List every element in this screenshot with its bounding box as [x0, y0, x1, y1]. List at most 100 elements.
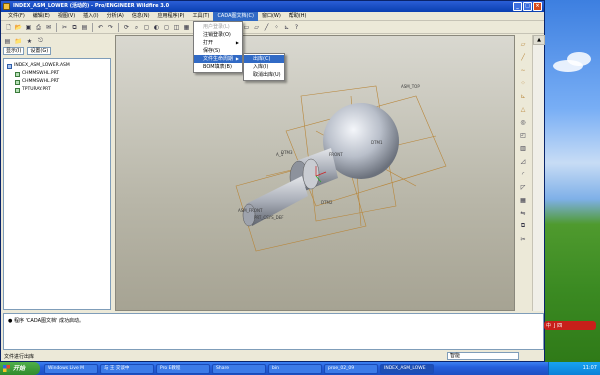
datum-point-icon[interactable]: ⁘: [518, 78, 528, 88]
hole-icon[interactable]: ◎: [518, 117, 528, 127]
copy-icon[interactable]: ⧉: [70, 23, 79, 32]
ime-extra[interactable]: J 四: [554, 322, 562, 329]
wireframe-icon[interactable]: ◻: [162, 23, 171, 32]
menu-item-logout[interactable]: 注销登录(O): [194, 31, 242, 39]
maximize-button[interactable]: □: [523, 2, 532, 11]
menu-item-lifecycle[interactable]: 文件生命周期 ▶: [194, 55, 242, 63]
tree-item[interactable]: CHMMSWHL.PRT: [7, 78, 107, 86]
mirror-icon[interactable]: ⇋: [518, 208, 528, 218]
tree-root[interactable]: INDEX_ASM_LOWER.ASM: [7, 62, 107, 70]
hidden-line-icon[interactable]: ◫: [172, 23, 181, 32]
minimize-button[interactable]: _: [513, 2, 522, 11]
csys-display-icon[interactable]: ⊾: [282, 23, 291, 32]
draft-icon[interactable]: ◿: [518, 156, 528, 166]
display-dropdown[interactable]: 显示(I): [3, 47, 25, 55]
print-icon[interactable]: ⎙: [34, 23, 43, 32]
tree-item[interactable]: CHMMSWHL.PRT: [7, 70, 107, 78]
menu-item-login[interactable]: 用户登录(L): [194, 23, 242, 31]
regenerate-icon[interactable]: ⟳: [122, 23, 131, 32]
menu-applications[interactable]: 应用程序(P): [154, 12, 189, 21]
ime-toolbar[interactable]: 中 J 四: [544, 321, 596, 330]
trim-icon[interactable]: ✂: [518, 234, 528, 244]
menu-bar: 文件(F) 编辑(E) 视图(V) 插入(I) 分析(A) 信息(N) 应用程序…: [1, 11, 544, 21]
menu-analysis[interactable]: 分析(A): [103, 12, 128, 21]
paste-icon[interactable]: ▤: [80, 23, 89, 32]
part-icon: [15, 71, 20, 77]
start-button[interactable]: 开始: [0, 362, 40, 375]
menu-edit[interactable]: 编辑(E): [29, 12, 54, 21]
clock[interactable]: 11:07: [583, 365, 597, 371]
new-file-icon[interactable]: 🗋: [4, 23, 13, 32]
menu-file[interactable]: 文件(F): [4, 12, 29, 21]
sketch-curve-icon[interactable]: ∼: [518, 65, 528, 75]
redo-icon[interactable]: ↷: [106, 23, 115, 32]
windows-logo-icon: [3, 365, 10, 372]
task-button[interactable]: bin: [268, 363, 322, 374]
axis-display-icon[interactable]: ╱: [262, 23, 271, 32]
menu-item-open[interactable]: 打开 ▶: [194, 39, 242, 47]
save-icon[interactable]: ▣: [24, 23, 33, 32]
chamfer-icon[interactable]: ◸: [518, 182, 528, 192]
menu-item-checkin[interactable]: 入库(I): [244, 63, 284, 71]
task-button[interactable]: Pro E教程: [156, 363, 210, 374]
pattern-icon[interactable]: ▦: [518, 195, 528, 205]
merge-icon[interactable]: ⧉: [518, 221, 528, 231]
menu-help[interactable]: 帮助(H): [285, 12, 311, 21]
views-icon[interactable]: ▭: [242, 23, 251, 32]
shell-icon[interactable]: ◰: [518, 130, 528, 140]
menu-view[interactable]: 视图(V): [54, 12, 79, 21]
close-button[interactable]: ×: [533, 2, 542, 11]
menu-insert[interactable]: 插入(I): [79, 12, 102, 21]
menu-item-save[interactable]: 保存(S): [194, 47, 242, 55]
ime-mode[interactable]: 中: [546, 322, 551, 329]
undo-icon[interactable]: ↶: [96, 23, 105, 32]
menu-window[interactable]: 窗口(W): [258, 12, 285, 21]
csys-icon[interactable]: ⊾: [518, 91, 528, 101]
rib-icon[interactable]: ▥: [518, 143, 528, 153]
assembly-icon: [7, 63, 12, 69]
history-tab-icon[interactable]: ⎋: [36, 37, 45, 46]
datum-display-icon[interactable]: ▱: [252, 23, 261, 32]
repaint-icon[interactable]: ▦: [182, 23, 191, 32]
menu-cada[interactable]: CADA图文档(C): [213, 11, 258, 21]
mail-icon[interactable]: ✉: [44, 23, 53, 32]
analysis-icon[interactable]: △: [518, 104, 528, 114]
favorites-tab-icon[interactable]: ★: [25, 37, 34, 46]
message-text: ● 程序 'CADA图文档' 成功启动。: [8, 318, 84, 324]
cut-icon[interactable]: ✂: [60, 23, 69, 32]
app-icon: [3, 3, 10, 10]
graphics-scrollbar[interactable]: ▲: [532, 35, 545, 311]
round-icon[interactable]: ◜: [518, 169, 528, 179]
task-button[interactable]: Windows Live M: [44, 363, 98, 374]
datum-label: DTM2: [321, 200, 333, 205]
part-icon: [15, 87, 20, 93]
task-button[interactable]: INDEX_ASM_LOWE: [380, 363, 434, 374]
graphics-window[interactable]: ASM_TOP DTM1 DTM2 DTM3 A_1 ASM_FRONT PRT…: [115, 35, 515, 311]
status-text: 文件进行出库: [4, 354, 35, 360]
tree-item[interactable]: TPTURAY.PRT: [7, 86, 107, 94]
selection-filter[interactable]: 智能: [447, 352, 519, 360]
menu-item-bom[interactable]: BOM填表(B): [194, 63, 242, 71]
search-icon[interactable]: ⌕: [132, 23, 141, 32]
feature-toolbar: ▱ ╱ ∼ ⁘ ⊾ △ ◎ ◰ ▥ ◿ ◜ ◸ ▦ ⇋ ⧉ ✂: [516, 35, 530, 311]
datum-axis-icon[interactable]: ╱: [518, 52, 528, 62]
menu-item-checkout[interactable]: 出库(C): [244, 55, 284, 63]
menu-item-cancel-checkout[interactable]: 取消出库(U): [244, 71, 284, 79]
menu-info[interactable]: 信息(N): [128, 12, 154, 21]
model-tree-tab-icon[interactable]: ▤: [3, 37, 12, 46]
navigator-tabs: ▤ 📁 ★ ⎋: [3, 36, 113, 46]
task-button[interactable]: 与 王 交谈中: [100, 363, 154, 374]
task-button[interactable]: Share: [212, 363, 266, 374]
status-bar: 文件进行出库 智能: [1, 351, 546, 362]
whats-this-icon[interactable]: ?: [292, 23, 301, 32]
settings-dropdown[interactable]: 设置(G): [27, 47, 52, 55]
open-folder-icon[interactable]: 📂: [14, 23, 23, 32]
scroll-up-icon[interactable]: ▲: [533, 35, 545, 45]
folder-browser-tab-icon[interactable]: 📁: [14, 37, 23, 46]
select-icon[interactable]: ▢: [142, 23, 151, 32]
shading-icon[interactable]: ◐: [152, 23, 161, 32]
datum-plane-icon[interactable]: ▱: [518, 39, 528, 49]
task-button[interactable]: proe_02_09: [324, 363, 378, 374]
point-display-icon[interactable]: ⁘: [272, 23, 281, 32]
menu-tools[interactable]: 工具(T): [188, 12, 213, 21]
